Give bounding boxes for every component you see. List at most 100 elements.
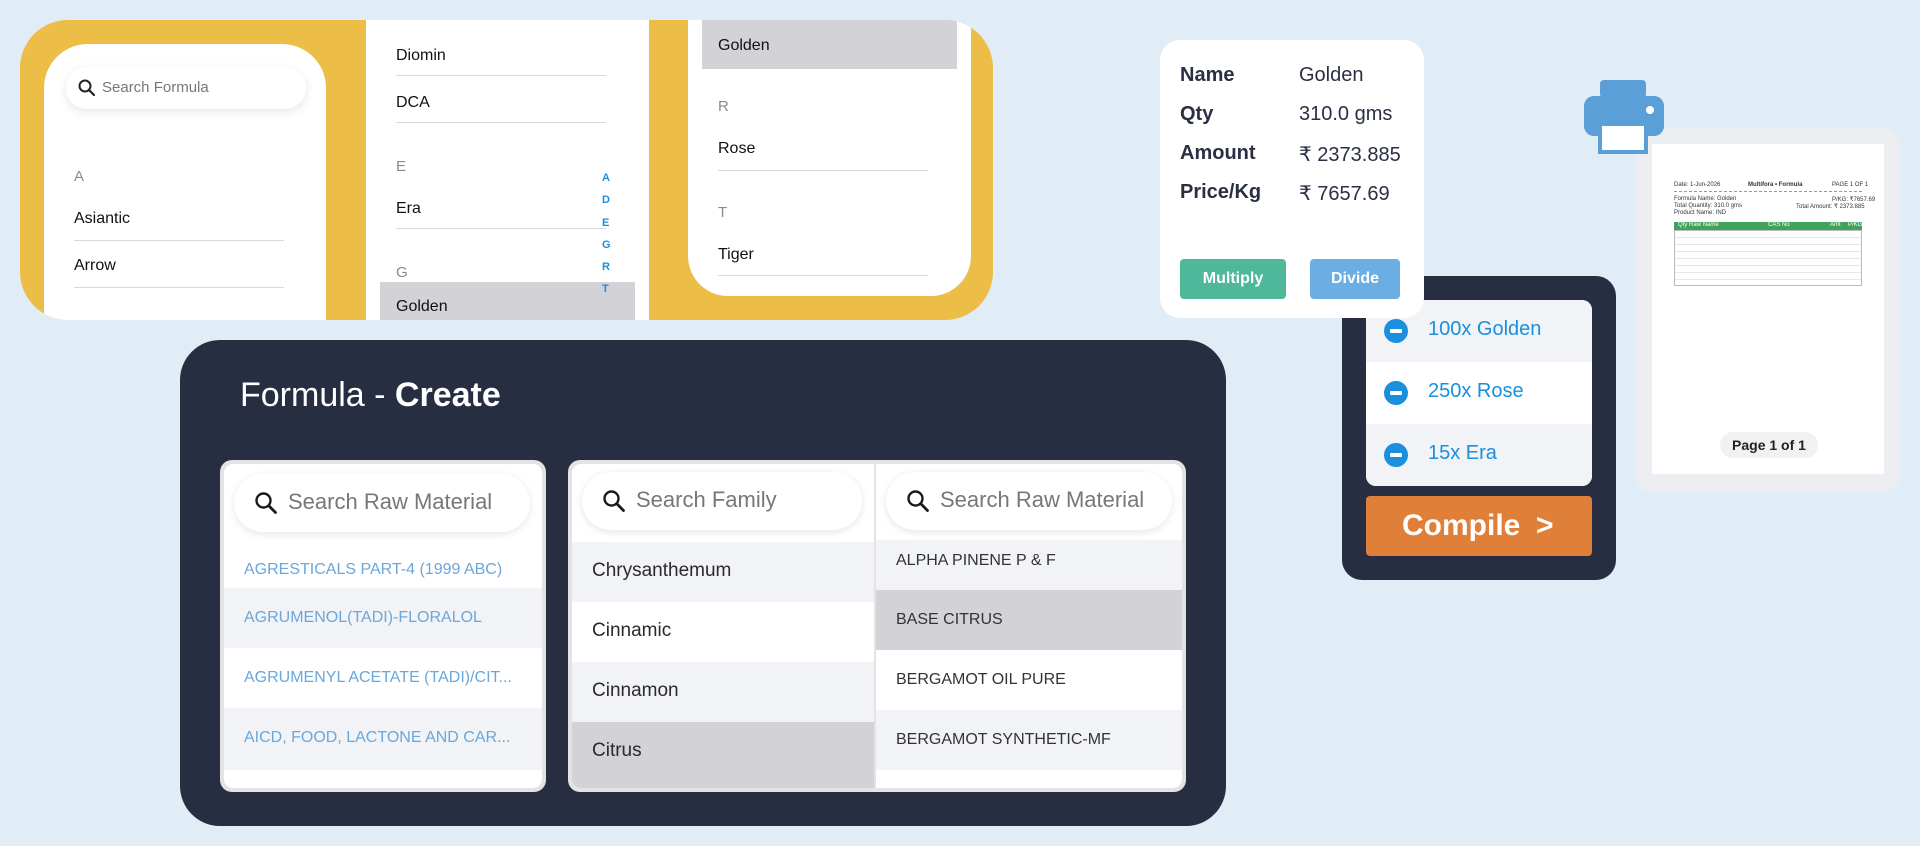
formula-item-selected[interactable]: Golden: [702, 20, 957, 69]
search-raw-material-placeholder: Search Raw Material: [288, 489, 493, 514]
formula-list-panel: Search Formula A Asiantic Arrow D Diomin…: [20, 20, 993, 320]
raw-material-item[interactable]: AGRUMENOL(TADI)-FLORALOL: [224, 588, 542, 648]
index-letter[interactable]: R: [602, 261, 610, 273]
preview-page-ref: PAGE 1 OF 1: [1832, 182, 1869, 188]
raw-material-by-family-list: Search Raw Material ALPHA PINENE P & F B…: [876, 464, 1182, 788]
preview-brand: Multifora • Formula: [1748, 182, 1803, 188]
divider: [396, 228, 606, 229]
page-title: Formula - Create: [240, 376, 501, 415]
section-header-r: R: [718, 98, 729, 115]
compile-button[interactable]: Compile >: [1366, 496, 1592, 556]
search-family-input[interactable]: Search Family: [582, 472, 862, 530]
preview-table-rows: [1674, 230, 1862, 286]
search-formula-placeholder: Search Formula: [102, 79, 209, 96]
preview-pkg: P/KG: ₹7657.69: [1832, 197, 1876, 203]
formula-item[interactable]: Arrow: [74, 257, 116, 275]
formula-item[interactable]: Diomin: [396, 47, 446, 65]
formula-item[interactable]: Tiger: [718, 246, 754, 264]
preview-total-amount: Total Amount: ₹ 2373.885: [1796, 204, 1865, 210]
formula-list-column-3: Golden R Rose T Tiger: [688, 20, 971, 296]
family-label: Citrus: [592, 740, 642, 761]
preview-header-cell: CAS No: [1768, 222, 1790, 228]
formula-item[interactable]: Rose: [718, 140, 755, 158]
compile-item-label: 250x Rose: [1428, 380, 1524, 402]
raw-material-item[interactable]: AGRESTICALS PART-4 (1999 ABC): [224, 544, 542, 588]
formula-item[interactable]: DCA: [396, 94, 430, 112]
index-letter[interactable]: D: [602, 194, 610, 206]
printer-icon[interactable]: [1582, 78, 1666, 154]
name-value: Golden: [1299, 64, 1364, 86]
formula-item[interactable]: Asiantic: [74, 210, 130, 228]
formula-item-label: Golden: [396, 298, 448, 315]
divide-button[interactable]: Divide: [1310, 259, 1400, 299]
raw-material-label: BASE CITRUS: [896, 611, 1003, 628]
raw-material-label: AGRUMENOL(TADI)-FLORALOL: [244, 609, 482, 626]
raw-material-item[interactable]: BERGAMOT OIL PURE: [876, 650, 1182, 710]
compile-item: 250x Rose: [1366, 362, 1592, 424]
search-raw-material-input[interactable]: Search Raw Material: [234, 474, 530, 532]
raw-material-item[interactable]: AGRUMENYL ACETATE (TADI)/CIT...: [224, 648, 542, 708]
family-item[interactable]: Cinnamic: [572, 602, 874, 662]
minus-circle-icon[interactable]: [1384, 443, 1408, 467]
index-letter[interactable]: G: [602, 239, 611, 251]
name-label: Name: [1180, 64, 1235, 86]
family-item[interactable]: Chrysanthemum: [572, 542, 874, 602]
compile-item-label: 100x Golden: [1428, 318, 1542, 340]
formula-item[interactable]: Era: [396, 200, 421, 218]
formula-create-panel: Formula - Create Search Raw Material AGR…: [180, 340, 1226, 826]
amount-label: Amount: [1180, 142, 1256, 164]
raw-material-item[interactable]: BERGAMOT SYNTHETIC-MF: [876, 710, 1182, 770]
price-label: Price/Kg: [1180, 181, 1262, 203]
formula-item-selected[interactable]: Golden: [380, 282, 635, 320]
compile-list: 100x Golden 250x Rose 15x Era: [1366, 300, 1592, 486]
minus-circle-icon[interactable]: [1384, 319, 1408, 343]
search-formula-input[interactable]: Search Formula: [66, 67, 306, 109]
divider: [396, 122, 606, 123]
preview-total-qty: Total Quantity: 310.0 gms: [1674, 203, 1743, 209]
section-header-t: T: [718, 204, 728, 221]
family-list: Search Family Chrysanthemum Cinnamic Cin…: [572, 464, 874, 788]
formula-summary-card: Name Golden Qty 310.0 gms Amount ₹ 2373.…: [1160, 40, 1424, 318]
amount-value: ₹ 2373.885: [1299, 144, 1401, 166]
divider: [718, 275, 928, 276]
print-preview: Date: 1-Jun-2026 Multifora • Formula PAG…: [1636, 128, 1900, 492]
raw-material-list: Search Raw Material AGRESTICALS PART-4 (…: [220, 460, 546, 792]
section-header-a: A: [74, 168, 85, 185]
family-item-selected[interactable]: Citrus: [572, 722, 874, 788]
section-header-e: E: [396, 158, 407, 175]
preview-table-header: Qty Raw Name CAS No Amt P/KG: [1674, 222, 1862, 230]
divider: [396, 75, 606, 76]
divider: [74, 240, 284, 241]
family-raw-material-picker: Search Family Chrysanthemum Cinnamic Cin…: [568, 460, 1186, 792]
index-letter[interactable]: T: [602, 283, 609, 295]
raw-material-label: AGRESTICALS PART-4 (1999 ABC): [244, 561, 503, 578]
page-title-bold: Create: [394, 376, 501, 414]
page-title-prefix: Formula -: [240, 376, 395, 414]
raw-material-item-selected[interactable]: BASE CITRUS: [876, 590, 1182, 650]
family-item[interactable]: Cinnamon: [572, 662, 874, 722]
divider: [718, 170, 928, 171]
raw-material-label: AICD, FOOD, LACTONE AND CAR...: [244, 729, 511, 746]
family-label: Cinnamic: [592, 620, 672, 641]
divider: [74, 287, 284, 288]
search-raw-material-input[interactable]: Search Raw Material: [886, 472, 1172, 530]
multiply-button[interactable]: Multiply: [1180, 259, 1286, 299]
qty-value: 310.0 gms: [1299, 103, 1393, 125]
compile-button-label: Compile: [1402, 509, 1521, 542]
index-letter[interactable]: E: [602, 217, 609, 229]
raw-material-item[interactable]: ALPHA PINENE P & F: [876, 540, 1182, 590]
search-icon: [255, 492, 277, 514]
minus-circle-icon[interactable]: [1384, 381, 1408, 405]
raw-material-item[interactable]: AICD, FOOD, LACTONE AND CAR...: [224, 708, 542, 770]
compile-panel: 100x Golden 250x Rose 15x Era Compile >: [1342, 276, 1616, 580]
raw-material-label: BERGAMOT OIL PURE: [896, 671, 1066, 688]
search-icon: [907, 490, 929, 512]
preview-date: Date: 1-Jun-2026: [1674, 182, 1721, 188]
search-raw-material-placeholder: Search Raw Material: [940, 487, 1145, 512]
index-letter[interactable]: A: [602, 172, 610, 184]
search-icon: [603, 490, 625, 512]
preview-header-cell: P/KG: [1848, 222, 1863, 228]
family-label: Cinnamon: [592, 680, 679, 701]
price-value: ₹ 7657.69: [1299, 183, 1390, 205]
formula-list-column-2: Diomin DCA E Era G Golden A D E G R T: [366, 20, 649, 320]
